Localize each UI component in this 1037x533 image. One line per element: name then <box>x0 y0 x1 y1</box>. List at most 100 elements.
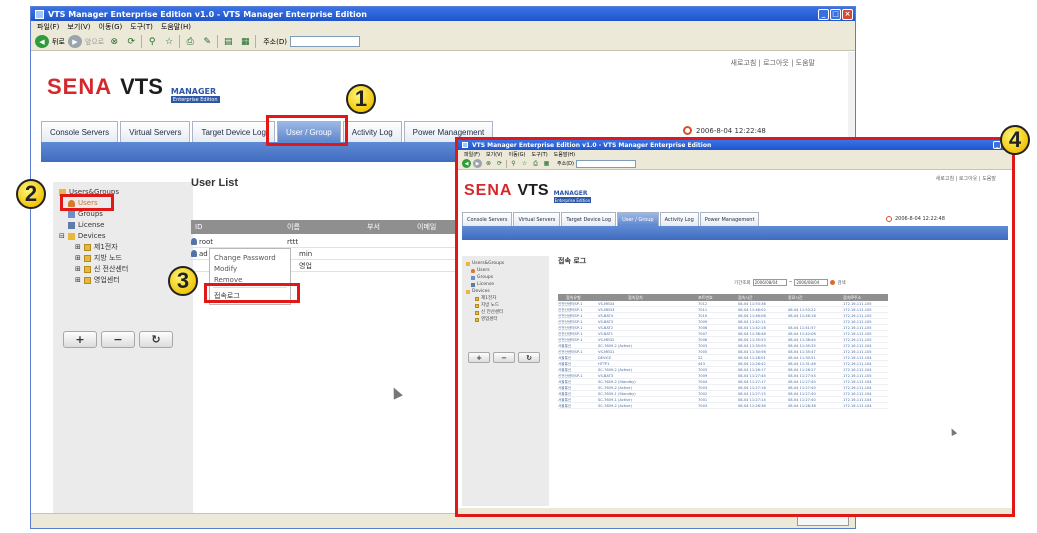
table-cell: 08-04 11:46:08 <box>738 313 766 318</box>
print-icon[interactable]: ⎙ <box>531 159 540 168</box>
table-cell: 08-04 11:26:36 <box>738 403 766 408</box>
table-cell: 서울통신 <box>558 403 572 408</box>
table-cell: 7006 <box>698 337 708 342</box>
edit-icon[interactable]: ✎ <box>200 35 214 49</box>
layout-icon[interactable]: ▦ <box>542 159 551 168</box>
datetime-display: 2006-8-04 12:22:48 <box>683 126 766 135</box>
tab-activity-log[interactable]: Activity Log <box>342 121 402 142</box>
table-cell: 172.16.111.105 <box>843 301 872 306</box>
col-id[interactable]: ID <box>195 223 202 231</box>
menu-item-modify[interactable]: Modify <box>210 263 290 274</box>
forward-arrow-icon[interactable]: ▶ <box>473 159 482 168</box>
table-row[interactable]: 서울통신 SC-7609-2 (Active) 7003 08-04 11:26:36… <box>558 403 888 409</box>
tree-device-group[interactable]: ⊞ 영업센터 <box>59 275 128 286</box>
user-icon <box>191 238 197 245</box>
table-cell: 7003 <box>698 385 708 390</box>
refresh-icon[interactable]: ⟳ <box>124 35 138 49</box>
col-email[interactable]: 이메일 <box>417 222 436 232</box>
remove-button[interactable]: − <box>493 352 515 363</box>
favorites-icon[interactable]: ☆ <box>162 35 176 49</box>
table-cell: 08-04 11:26:38 <box>788 403 816 408</box>
device-group-icon <box>83 244 91 251</box>
table-cell: 08-04 11:42:06 <box>788 331 816 336</box>
address-input[interactable] <box>289 36 360 47</box>
table-cell: HTTP1 <box>598 361 610 366</box>
table-cell: 08-04 11:27:17 <box>738 379 766 384</box>
tab-console-servers[interactable]: Console Servers <box>41 121 119 142</box>
sidebar: Users&Groups Users Groups License ⊟ Devic… <box>53 182 193 527</box>
table-cell: 08-04 11:41:57 <box>788 325 816 330</box>
forward-arrow-icon[interactable]: ▶ <box>67 35 82 48</box>
login-log-table: 접속유형 접속장치 포트번호 접속시간 종료시간 접속IP주소 신전산센터SP-… <box>558 294 888 409</box>
tree-device-group[interactable]: ⊞ 제1전자 <box>59 242 128 253</box>
forward-label[interactable]: 앞으로 <box>85 37 104 47</box>
search-icon[interactable]: ⚲ <box>509 159 518 168</box>
window-icon[interactable]: ▤ <box>221 35 235 49</box>
step-badge-4: 4 <box>1000 125 1030 155</box>
back-arrow-icon[interactable]: ◀ <box>462 159 471 168</box>
refresh-button[interactable]: ↻ <box>139 331 173 348</box>
table-row[interactable]: root rttt <box>191 236 461 248</box>
remove-button[interactable]: − <box>101 331 135 348</box>
table-cell: VS-BAT1 <box>598 331 614 336</box>
refresh-icon[interactable]: ⟳ <box>495 159 504 168</box>
date-to-input[interactable]: 2006/08/04 <box>794 279 829 286</box>
favorites-icon[interactable]: ☆ <box>520 159 529 168</box>
search-icon[interactable] <box>830 280 836 285</box>
date-from-input[interactable]: 2006/08/04 <box>752 279 787 286</box>
table-cell: 신전산센터SP-1 <box>558 373 583 378</box>
table-cell: 신전산센터SP-1 <box>558 307 583 312</box>
table-cell: 08-04 11:27:15 <box>738 391 766 396</box>
table-cell: 7004 <box>698 379 708 384</box>
menu-tools[interactable]: 도구(T) <box>130 22 153 32</box>
table-cell: VS-MED4 <box>598 301 615 306</box>
user-icon <box>471 268 475 273</box>
back-label[interactable]: 뒤로 <box>52 37 65 47</box>
inset-address-input[interactable] <box>575 159 636 168</box>
search-button[interactable]: 검색 <box>837 280 845 286</box>
logo-sena: SENA <box>47 74 113 99</box>
device-group-icon <box>83 255 91 262</box>
maximize-button[interactable]: □ <box>830 8 841 20</box>
table-cell: VS-MED2 <box>598 337 615 342</box>
search-icon[interactable]: ⚲ <box>145 35 159 49</box>
tree-license[interactable]: License <box>59 220 128 231</box>
close-button[interactable]: × <box>842 8 853 20</box>
table-cell: 신전산센터SP-1 <box>558 331 583 336</box>
tree-device-group[interactable]: ⊞ 지방 노드 <box>59 253 128 264</box>
menu-help[interactable]: 도움말(H) <box>161 22 191 32</box>
add-button[interactable]: + <box>468 352 490 363</box>
menu-file[interactable]: 파일(F) <box>37 22 59 32</box>
menu-view[interactable]: 보기(V) <box>67 22 90 32</box>
refresh-button[interactable]: ↻ <box>518 352 540 363</box>
layout-icon[interactable]: ▦ <box>238 35 252 49</box>
table-cell: 08-04 11:30:56 <box>738 349 766 354</box>
inset-window-title: VTS Manager Enterprise Edition v1.0 - VT… <box>472 141 712 149</box>
col-name[interactable]: 이름 <box>287 222 300 232</box>
menu-item-change-password[interactable]: Change Password <box>210 252 290 263</box>
top-links[interactable]: 새로고침 | 로그아웃 | 도움말 <box>731 58 815 68</box>
print-icon[interactable]: ⎙ <box>183 35 197 49</box>
stop-icon[interactable]: ⊗ <box>484 159 493 168</box>
table-cell: 08-04 11:35:09 <box>738 343 766 348</box>
add-button[interactable]: + <box>63 331 97 348</box>
group-icon <box>68 211 75 218</box>
tree-device-group[interactable]: ⊞ 신 전산센터 <box>59 264 128 275</box>
table-cell: 7003 <box>698 403 708 408</box>
col-dept[interactable]: 부서 <box>367 222 380 232</box>
menu-go[interactable]: 이동(G) <box>99 22 123 32</box>
stop-icon[interactable]: ⊗ <box>107 35 121 49</box>
back-arrow-icon[interactable]: ◀ <box>35 35 49 48</box>
address-label: 주소(D) <box>263 37 287 46</box>
license-icon <box>471 282 475 287</box>
table-cell: 08-04 11:38:48 <box>738 331 766 336</box>
table-cell: 08-04 11:42:16 <box>738 325 766 330</box>
tab-virtual-servers[interactable]: Virtual Servers <box>120 121 191 142</box>
table-cell: 7008 <box>698 325 708 330</box>
device-group-icon <box>83 277 91 284</box>
table-cell: 08-04 11:38:44 <box>788 337 816 342</box>
tree-devices[interactable]: ⊟ Devices <box>59 231 128 242</box>
table-cell: 08-04 11:26:42 <box>738 361 766 366</box>
tab-target-device-log[interactable]: Target Device Log <box>192 121 275 142</box>
minimize-button[interactable]: _ <box>818 8 829 20</box>
